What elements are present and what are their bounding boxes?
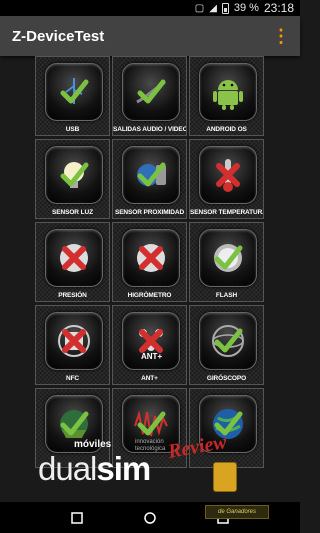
home-circle-icon[interactable] [142,510,158,526]
tile-label: SALIDAS AUDIO / VIDEO [113,126,187,133]
tile-label: PRESIÓN [58,292,87,299]
no-sim-icon: ▢ [194,2,205,14]
tile-label: GIRÓSCOPO [206,375,247,382]
test-tile[interactable]: NFC [35,305,110,385]
tile-label: NFC [65,375,80,382]
test-tile[interactable]: ANDROID OS [189,56,264,136]
ant-plus-x-icon: ANT+ [122,312,180,370]
tile-label: HIGRÓMETRO [127,292,172,299]
globe-check-icon [199,395,257,453]
test-tile[interactable]: PRESIÓN [35,222,110,302]
tile-label: ANT+ [141,375,158,382]
thermometer-x-icon [199,146,257,204]
overflow-menu-icon[interactable]: ⋮ [272,26,290,47]
nfc-x-icon [45,312,103,370]
test-tile[interactable]: SENSOR PROXIMIDAD [112,139,187,219]
svg-text:ANT+: ANT+ [141,352,162,361]
app-title: Z-DeviceTest [12,27,105,45]
gyroscope-check-icon [199,312,257,370]
gps-check-icon [45,395,103,453]
test-grid: USB SALIDAS AUDIO / VIDEO ANDROID OS SENSOR… [35,56,265,468]
proximity-check-icon [122,146,180,204]
clock: 23:18 [263,1,294,15]
battery-icon [221,2,229,14]
tile-label: SENSOR LUZ [52,209,93,216]
signal-check-icon [122,395,180,453]
test-tile[interactable] [112,388,187,468]
tile-label: SENSOR TEMPERATURA [190,209,264,216]
watermark-signature: de Ganadores [205,505,269,519]
android-icon [199,63,257,121]
test-tile[interactable]: HIGRÓMETRO [112,222,187,302]
signal-icon: ◢ [209,2,217,14]
hygrometer-x-icon [122,229,180,287]
tile-label: ANDROID OS [206,126,247,133]
test-tile[interactable]: SENSOR LUZ [35,139,110,219]
lightbulb-check-icon [45,146,103,204]
test-tile[interactable] [189,388,264,468]
test-tile[interactable]: GIRÓSCOPO [189,305,264,385]
flash-check-icon [199,229,257,287]
test-tile[interactable]: SENSOR TEMPERATURA [189,139,264,219]
test-tile[interactable]: ANT+ ANT+ [112,305,187,385]
app-bar: Z-DeviceTest ⋮ [0,16,300,56]
tile-label: SENSOR PROXIMIDAD [114,209,185,216]
status-bar: ▢ ◢ 39 % 23:18 [0,0,300,16]
back-square-icon[interactable] [69,510,85,526]
usb-check-icon [45,63,103,121]
battery-percent: 39 % [233,2,259,14]
test-tile[interactable]: FLASH [189,222,264,302]
test-tile[interactable]: USB [35,56,110,136]
test-tile[interactable] [35,388,110,468]
tile-label: FLASH [215,292,238,299]
tile-label: USB [65,126,80,133]
pressure-x-icon [45,229,103,287]
cable-check-icon [122,63,180,121]
test-tile[interactable]: SALIDAS AUDIO / VIDEO [112,56,187,136]
